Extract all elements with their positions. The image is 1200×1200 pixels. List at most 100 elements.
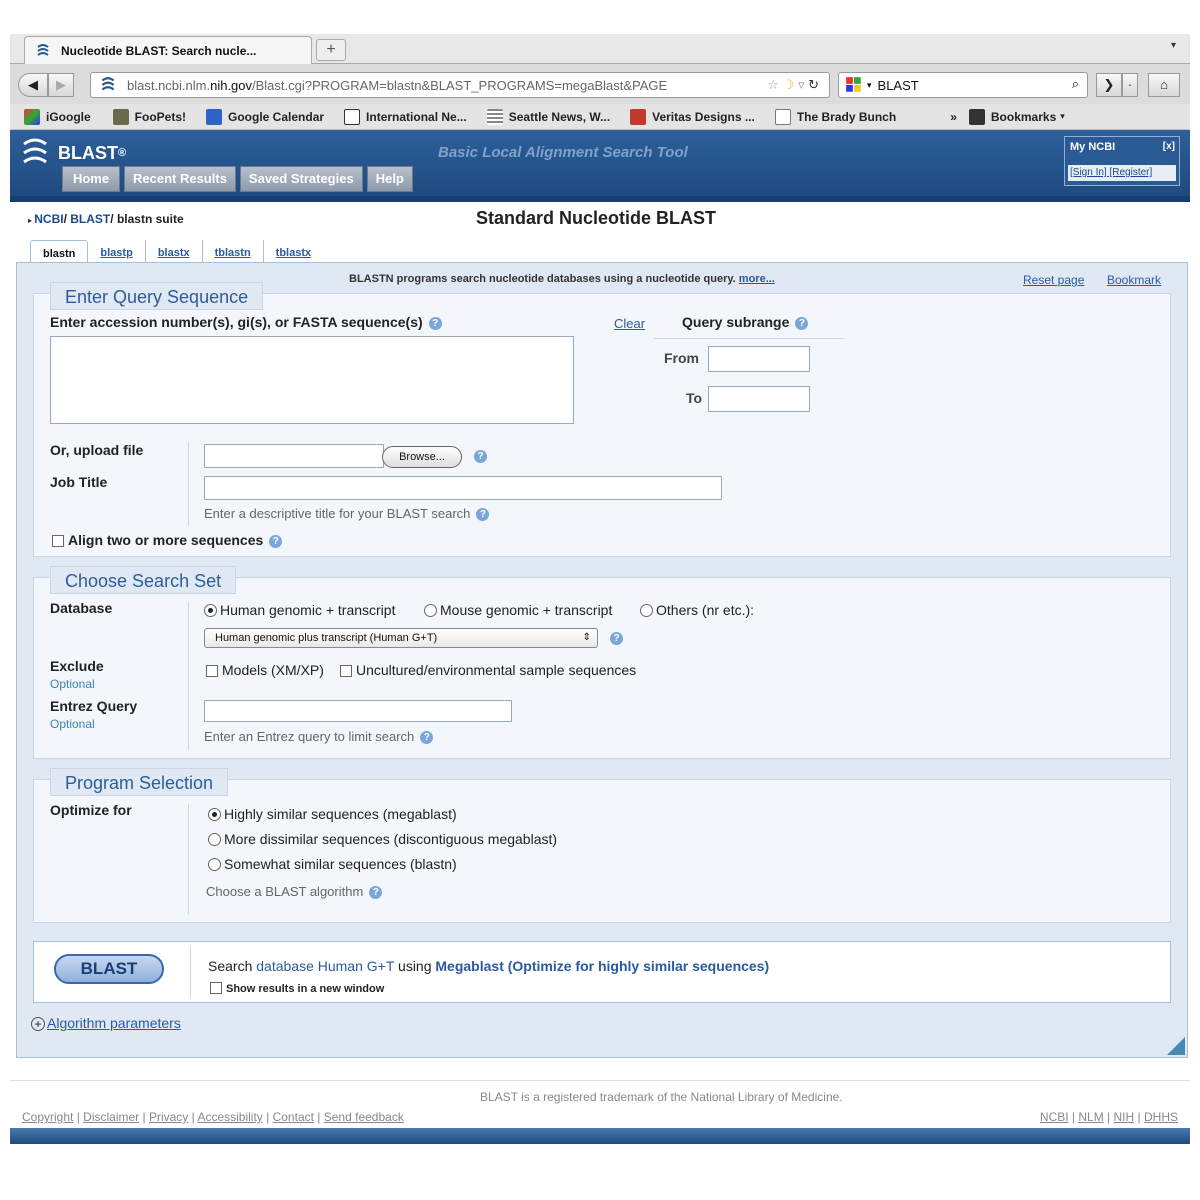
algo-radio-dc-megablast[interactable]: More dissimilar sequences (discontiguous… <box>208 831 557 847</box>
bookmark-igoogle[interactable]: iGoogle <box>24 108 91 125</box>
tab-list-icon[interactable]: ▾ <box>1171 40 1176 51</box>
footer-ncbi-link[interactable]: NCBI <box>1040 1110 1069 1124</box>
radio-selected-icon[interactable] <box>208 808 221 821</box>
radio-icon[interactable] <box>208 833 221 846</box>
blast-logo[interactable]: BLAST ® <box>20 136 126 170</box>
menu-recent-results[interactable]: Recent Results <box>124 166 236 192</box>
to-label: To <box>686 390 703 406</box>
exclude-models-checkbox[interactable]: Models (XM/XP) <box>206 662 324 678</box>
menu-help[interactable]: Help <box>366 166 413 192</box>
radio-icon[interactable] <box>640 604 653 617</box>
sign-in-register-links[interactable]: [Sign In] [Register] <box>1068 165 1176 181</box>
footer-accessibility-link[interactable]: Accessibility <box>197 1110 262 1124</box>
next-button[interactable]: ❯ <box>1096 73 1122 97</box>
browse-button[interactable]: Browse... <box>382 446 462 468</box>
bookmark-veritas-designs[interactable]: Veritas Designs ... <box>630 108 755 125</box>
help-icon[interactable]: ? <box>476 508 490 522</box>
to-input[interactable] <box>708 386 810 412</box>
footer-feedback-link[interactable]: Send feedback <box>324 1110 404 1124</box>
job-title-input[interactable] <box>204 476 722 500</box>
radio-selected-icon[interactable] <box>204 604 217 617</box>
footer-nlm-link[interactable]: NLM <box>1078 1110 1103 1124</box>
search-engine-dropdown-icon[interactable]: ▾ <box>867 80 872 91</box>
reset-page-link[interactable]: Reset page <box>1023 273 1084 287</box>
home-button[interactable]: ⌂ <box>1148 73 1180 97</box>
bookmark-seattle-news[interactable]: Seattle News, W... <box>486 108 610 125</box>
db-radio-others[interactable]: Others (nr etc.): <box>640 602 754 618</box>
database-select[interactable]: Human genomic plus transcript (Human G+T… <box>204 628 598 648</box>
browser-tab[interactable]: Nucleotide BLAST: Search nucle... <box>24 36 312 64</box>
help-icon[interactable]: ? <box>420 731 434 745</box>
search-input[interactable]: BLAST <box>878 78 919 93</box>
bookmark-link[interactable]: Bookmark <box>1107 273 1161 287</box>
bookmark-label: The Brady Bunch <box>796 109 897 124</box>
db-radio-mouse[interactable]: Mouse genomic + transcript <box>424 602 612 618</box>
radio-icon[interactable] <box>424 604 437 617</box>
new-window-checkbox[interactable]: Show results in a new window <box>210 982 384 995</box>
more-link[interactable]: more... <box>739 273 775 285</box>
tab-blastn[interactable]: blastn <box>30 240 89 264</box>
footer-copyright-link[interactable]: Copyright <box>22 1110 73 1124</box>
radio-icon[interactable] <box>208 858 221 871</box>
my-ncbi-close-button[interactable]: [x] <box>1163 141 1175 152</box>
checkbox-icon[interactable] <box>206 665 218 677</box>
search-bar[interactable]: ▾ BLAST ⌕ <box>838 72 1088 98</box>
footer-privacy-link[interactable]: Privacy <box>149 1110 188 1124</box>
toolbar-menu-button[interactable]: · <box>1122 73 1138 97</box>
checkbox-icon[interactable] <box>210 982 222 994</box>
breadcrumb-blast[interactable]: BLAST <box>70 212 110 226</box>
site-identity-icon <box>101 77 115 91</box>
page-title: Standard Nucleotide BLAST <box>476 208 717 228</box>
help-icon[interactable]: ? <box>610 632 623 645</box>
summary-using: using <box>394 958 436 974</box>
breadcrumb-ncbi[interactable]: NCBI <box>34 212 63 226</box>
tab-tblastx[interactable]: tblastx <box>264 240 323 264</box>
align-two-checkbox-row[interactable]: Align two or more sequences? <box>52 532 283 548</box>
algo-radio-megablast[interactable]: Highly similar sequences (megablast) <box>208 806 457 822</box>
bookmark-international-news[interactable]: International Ne... <box>344 108 467 125</box>
bookmark-brady-bunch[interactable]: The Brady Bunch <box>774 108 897 125</box>
algo-radio-blastn[interactable]: Somewhat similar sequences (blastn) <box>208 856 457 872</box>
bookmark-google-calendar[interactable]: Google Calendar <box>206 108 324 125</box>
menu-saved-strategies[interactable]: Saved Strategies <box>239 166 363 192</box>
history-dropdown-icon[interactable]: ▿ <box>798 77 805 92</box>
help-icon[interactable]: ? <box>474 450 487 463</box>
entrez-query-input[interactable] <box>204 700 512 722</box>
tab-blastp[interactable]: blastp <box>88 240 146 264</box>
magnifier-icon[interactable]: ⌕ <box>1072 76 1079 92</box>
algorithm-parameters-toggle[interactable]: + Algorithm parameters <box>31 1015 181 1031</box>
url-actions: ☆ ☽ ▿ ↻ <box>767 77 819 93</box>
footer-nih-link[interactable]: NIH <box>1114 1110 1135 1124</box>
bookmarks-menu[interactable]: Bookmarks ▾ <box>968 108 1065 125</box>
algorithm-parameters-link[interactable]: Algorithm parameters <box>47 1015 181 1031</box>
bookmarks-overflow-button[interactable]: » <box>950 110 957 124</box>
footer-contact-link[interactable]: Contact <box>273 1110 314 1124</box>
blast-submit-button[interactable]: BLAST <box>54 954 164 984</box>
help-icon[interactable]: ? <box>369 886 383 900</box>
db-radio-human[interactable]: Human genomic + transcript <box>204 602 395 618</box>
checkbox-icon[interactable] <box>340 665 352 677</box>
upload-file-input[interactable] <box>204 444 384 468</box>
url-bar[interactable]: blast.ncbi.nlm. nih.gov/Blast.cgi?PROGRAM… <box>90 72 830 98</box>
query-sequence-textarea[interactable] <box>50 336 574 424</box>
reload-icon[interactable]: ↻ <box>808 77 819 92</box>
clear-link[interactable]: Clear <box>614 316 645 331</box>
expand-plus-icon[interactable]: + <box>31 1017 45 1031</box>
forward-button[interactable]: ▶ <box>48 73 74 97</box>
footer-dhhs-link[interactable]: DHHS <box>1144 1110 1178 1124</box>
feed-icon[interactable]: ☽ <box>783 77 795 92</box>
align-two-checkbox[interactable] <box>52 535 64 547</box>
help-icon[interactable]: ? <box>795 316 809 330</box>
tab-tblastn[interactable]: tblastn <box>203 240 264 264</box>
from-input[interactable] <box>708 346 810 372</box>
footer-disclaimer-link[interactable]: Disclaimer <box>83 1110 139 1124</box>
menu-home[interactable]: Home <box>62 166 120 192</box>
back-button[interactable]: ◀ <box>18 73 48 97</box>
bookmark-star-icon[interactable]: ☆ <box>767 77 779 92</box>
help-icon[interactable]: ? <box>428 316 442 330</box>
bookmark-foopets[interactable]: FooPets! <box>112 108 186 125</box>
exclude-uncultured-checkbox[interactable]: Uncultured/environmental sample sequence… <box>340 662 636 678</box>
new-tab-button[interactable]: + <box>316 39 346 61</box>
help-icon[interactable]: ? <box>269 534 283 548</box>
tab-blastx[interactable]: blastx <box>146 240 203 264</box>
